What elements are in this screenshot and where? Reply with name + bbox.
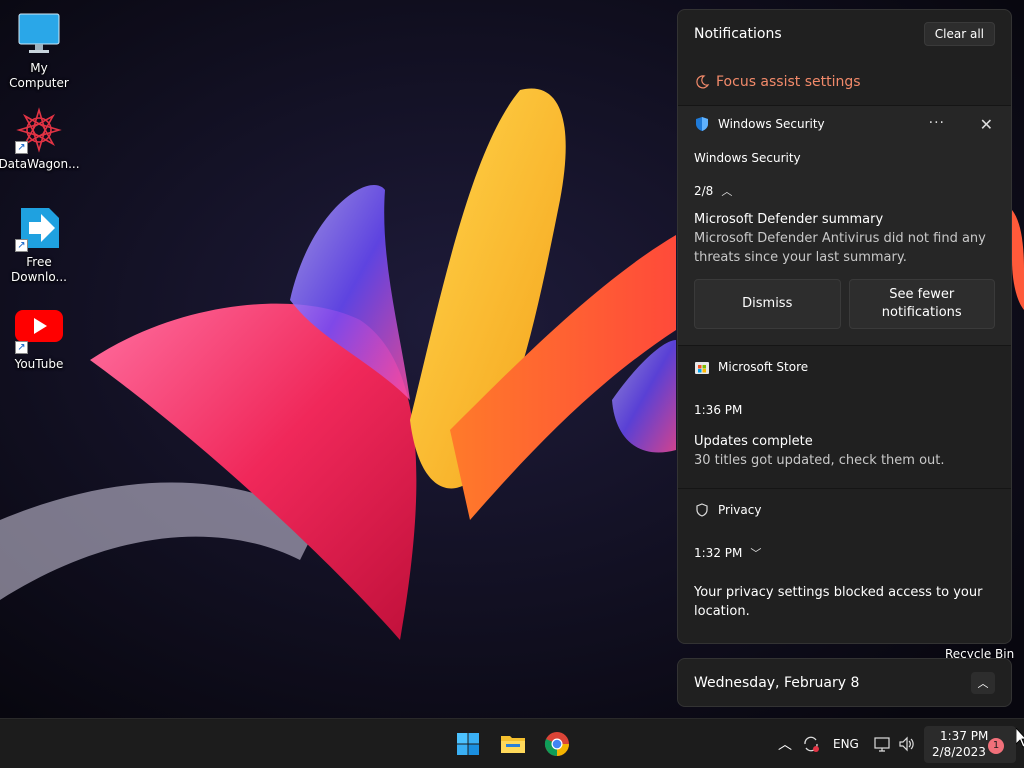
start-button[interactable] <box>453 729 483 759</box>
time-text: 1:32 PM <box>694 546 743 560</box>
datawagon-icon: ↗ <box>15 106 63 154</box>
notification-microsoft-store[interactable]: Microsoft Store 1:36 PM Updates complete… <box>678 346 1011 489</box>
focus-assist-settings-link[interactable]: Focus assist settings <box>678 58 1011 106</box>
taskbar: ︿ ENG 1:37 PM 2/8/2023 1 <box>0 718 1024 768</box>
moon-icon <box>696 74 710 88</box>
mouse-cursor-icon <box>1016 728 1024 748</box>
desktop-icon-label: My Computer <box>9 61 69 90</box>
time-text: 1:36 PM <box>694 403 743 417</box>
desktop-icon-label: DataWagon... <box>0 157 80 171</box>
counter-text: 2/8 <box>694 184 714 198</box>
notification-center: Notifications Clear all Focus assist set… <box>677 9 1012 644</box>
free-download-manager-icon: ↗ <box>15 204 63 252</box>
shortcut-arrow-icon: ↗ <box>15 141 28 154</box>
chrome-icon <box>544 732 569 756</box>
clear-all-button[interactable]: Clear all <box>923 22 995 46</box>
language-indicator[interactable]: ENG <box>833 719 859 768</box>
app-name: Privacy <box>718 503 762 517</box>
group-header: Microsoft Store <box>678 346 1011 388</box>
more-options-icon[interactable]: ··· <box>929 115 945 131</box>
notification-actions: Dismiss See fewer notifications <box>678 267 1011 345</box>
app-name: Windows Security <box>718 117 825 131</box>
dismiss-button[interactable]: Dismiss <box>694 279 841 329</box>
notification-body: 30 titles got updated, check them out. <box>694 453 945 468</box>
youtube-icon: ↗ <box>15 306 63 354</box>
app-name: Microsoft Store <box>718 360 809 374</box>
network-icon <box>874 737 890 752</box>
network-button[interactable] <box>873 719 891 768</box>
desktop-icon-youtube[interactable]: ↗ YouTube <box>0 306 78 372</box>
notification-badge: 1 <box>988 738 1004 754</box>
notification-heading: Your privacy settings blocked access to … <box>694 585 983 619</box>
clock-time: 1:37 PM <box>940 729 989 743</box>
sync-icon <box>804 736 819 752</box>
desktop-icon-datawagon[interactable]: ↗ DataWagon... <box>0 106 80 172</box>
start-icon <box>457 733 479 755</box>
privacy-shield-icon <box>694 502 710 518</box>
notification-windows-security: Windows Security ··· ✕ Windows Security … <box>678 106 1011 346</box>
language-text: ENG <box>833 737 859 751</box>
desktop-icon-label: YouTube <box>14 357 64 371</box>
notification-privacy[interactable]: Privacy 1:32 PM ﹀ Your privacy settings … <box>678 489 1011 621</box>
see-fewer-notifications-button[interactable]: See fewer notifications <box>848 279 995 329</box>
file-explorer-button[interactable] <box>498 729 528 759</box>
close-icon[interactable]: ✕ <box>980 115 993 134</box>
focus-assist-label: Focus assist settings <box>716 73 861 90</box>
sync-status-button[interactable] <box>802 719 820 768</box>
chevron-down-icon: ﹀ <box>750 547 762 560</box>
store-icon <box>694 359 710 375</box>
desktop-icon-free-download-manager[interactable]: ↗ Free Downlo... <box>0 204 78 285</box>
chevron-up-icon: ︿ <box>778 737 792 753</box>
chevron-up-icon: ︿ <box>721 185 733 198</box>
clock-button[interactable]: 1:37 PM 2/8/2023 1 <box>924 726 1016 763</box>
calendar-date: Wednesday, February 8 <box>694 674 860 691</box>
chevron-up-icon[interactable]: ︿ <box>971 672 995 694</box>
notification-time[interactable]: 1:32 PM ﹀ <box>678 531 1011 575</box>
group-header: Windows Security ··· ✕ <box>678 106 1011 142</box>
volume-button[interactable] <box>898 719 916 768</box>
notification-subtitle: Windows Security <box>694 151 801 165</box>
notification-counter[interactable]: 2/8 ︿ <box>678 174 1011 208</box>
monitor-icon <box>15 10 63 58</box>
group-header: Privacy <box>678 489 1011 531</box>
shield-icon <box>694 116 710 132</box>
notification-heading: Microsoft Defender summary <box>694 212 884 227</box>
notification-body: Microsoft Defender Antivirus did not fin… <box>694 231 986 265</box>
notification-title: Notifications <box>694 26 782 42</box>
notification-header: Notifications Clear all <box>678 10 1011 58</box>
volume-icon <box>899 736 914 752</box>
desktop-icon-label: Free Downlo... <box>11 255 67 284</box>
chrome-button[interactable] <box>542 729 572 759</box>
shortcut-arrow-icon: ↗ <box>15 239 28 252</box>
show-hidden-icons-button[interactable]: ︿ <box>778 719 792 768</box>
notification-heading: Updates complete <box>694 434 813 449</box>
calendar-flyout-header: Wednesday, February 8 ︿ <box>677 658 1012 707</box>
shortcut-arrow-icon: ↗ <box>15 341 28 354</box>
notification-time: 1:36 PM <box>678 388 1011 432</box>
file-explorer-icon <box>501 736 525 753</box>
desktop-icon-my-computer[interactable]: My Computer <box>0 10 78 91</box>
